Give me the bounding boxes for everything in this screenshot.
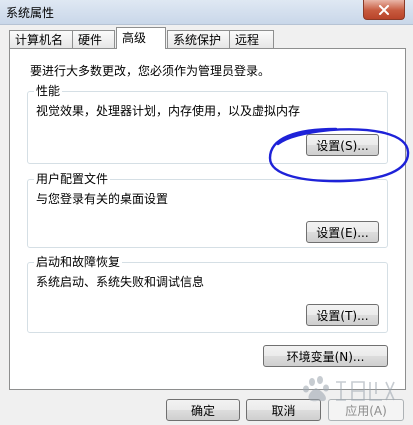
admin-note: 要进行大多数更改，您必须作为管理员登录。 (30, 64, 271, 78)
baidu-jingyan-watermark-icon (303, 376, 395, 402)
advanced-tab-panel: 要进行大多数更改，您必须作为管理员登录。 性能 视觉效果，处理器计划，内存使用，… (9, 48, 406, 390)
tab-advanced[interactable]: 高级 (116, 27, 166, 49)
performance-title: 性能 (34, 84, 63, 99)
window-title: 系统属性 (6, 6, 55, 20)
tab-hardware[interactable]: 硬件 (72, 30, 115, 48)
close-button[interactable] (363, 0, 405, 20)
environment-variables-button[interactable]: 环境变量(N)... (263, 345, 388, 367)
title-bar[interactable]: 系统属性 (0, 0, 413, 25)
close-icon (379, 4, 389, 15)
highlight-annotation (268, 127, 410, 183)
user-profiles-group: 用户配置文件 与您登录有关的桌面设置 设置(E)... (27, 172, 388, 248)
user-profiles-title: 用户配置文件 (34, 172, 111, 187)
startup-recovery-group: 启动和故障恢复 系统启动、系统失败和调试信息 设置(T)... (27, 255, 388, 333)
user-profiles-settings-button[interactable]: 设置(E)... (306, 221, 379, 243)
startup-recovery-description: 系统启动、系统失败和调试信息 (36, 275, 205, 289)
tab-remote[interactable]: 远程 (229, 30, 274, 48)
tab-computer-name[interactable]: 计算机名 (9, 30, 73, 48)
user-profiles-description: 与您登录有关的桌面设置 (36, 192, 169, 206)
startup-recovery-settings-button[interactable]: 设置(T)... (306, 304, 379, 326)
ok-button[interactable]: 确定 (166, 399, 240, 421)
performance-description: 视觉效果，处理器计划，内存使用，以及虚拟内存 (36, 104, 301, 118)
startup-recovery-title: 启动和故障恢复 (34, 255, 123, 270)
tab-system-protection[interactable]: 系统保护 (167, 30, 230, 48)
